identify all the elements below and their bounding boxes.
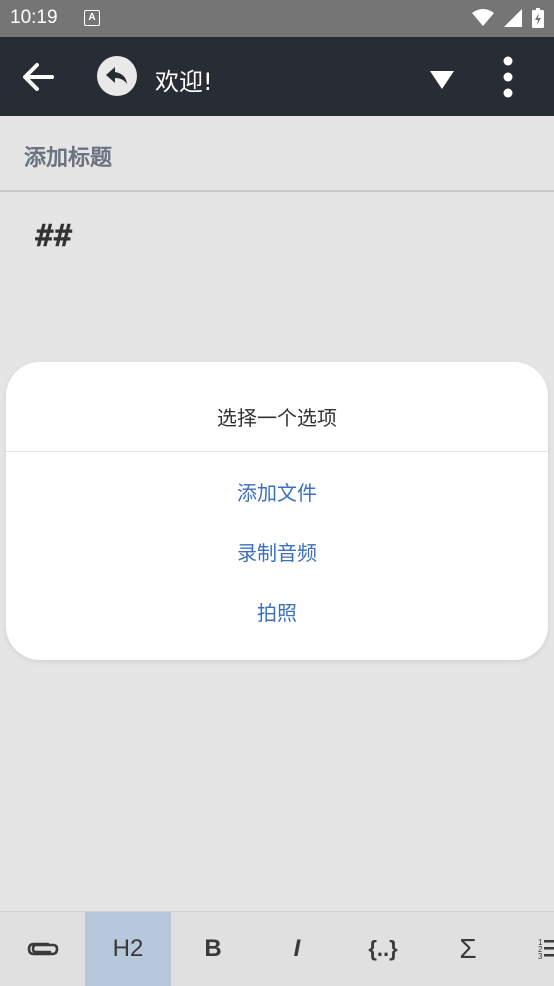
attach-button[interactable] — [0, 912, 86, 986]
bold-icon: B — [204, 935, 222, 962]
bold-button[interactable]: B — [170, 912, 256, 986]
code-block-button[interactable]: {..} — [340, 912, 426, 986]
app-bar: 欢迎! — [0, 37, 554, 116]
add-file-option[interactable]: 添加文件 — [6, 477, 548, 506]
svg-text:3: 3 — [538, 952, 543, 961]
record-audio-option[interactable]: 录制音频 — [6, 537, 548, 566]
status-bar: 10:19 A — [0, 0, 554, 37]
formatting-toolbar: H2 B I {..} Σ 1 2 3 — [0, 911, 554, 986]
numbered-list-button[interactable]: 1 2 3 — [510, 912, 554, 986]
page-title: 欢迎! — [155, 68, 213, 96]
sigma-icon: Σ — [459, 933, 477, 964]
take-photo-option[interactable]: 拍照 — [6, 597, 548, 626]
more-vertical-icon — [503, 56, 513, 98]
battery-icon — [532, 8, 544, 28]
triangle-down-icon — [430, 71, 454, 89]
heading-button[interactable]: H2 — [85, 912, 171, 986]
heading-icon: H2 — [112, 935, 144, 962]
dialog-title: 选择一个选项 — [217, 406, 337, 430]
options-dialog: 选择一个选项 添加文件 录制音频 拍照 — [6, 362, 548, 660]
back-button[interactable] — [18, 57, 58, 97]
status-icons — [472, 8, 544, 28]
numbered-list-icon: 1 2 3 — [538, 938, 554, 961]
notification-icon: A — [84, 10, 100, 26]
note-body-editor[interactable]: ## — [35, 218, 72, 254]
arrow-left-icon — [23, 63, 54, 91]
status-time: 10:19 — [10, 7, 58, 28]
italic-button[interactable]: I — [254, 912, 340, 986]
dialog-divider — [6, 451, 548, 452]
note-title-placeholder: 添加标题 — [24, 146, 113, 171]
code-block-icon: {..} — [368, 936, 398, 961]
math-button[interactable]: Σ — [425, 912, 511, 986]
undo-button[interactable] — [97, 56, 137, 96]
note-title-field[interactable]: 添加标题 — [0, 116, 554, 192]
reply-icon — [106, 67, 127, 84]
dropdown-button[interactable] — [428, 67, 456, 91]
italic-icon: I — [293, 935, 301, 962]
paperclip-icon — [27, 942, 59, 956]
wifi-icon — [472, 9, 494, 26]
signal-icon — [504, 9, 522, 27]
more-options-button[interactable] — [494, 55, 522, 99]
